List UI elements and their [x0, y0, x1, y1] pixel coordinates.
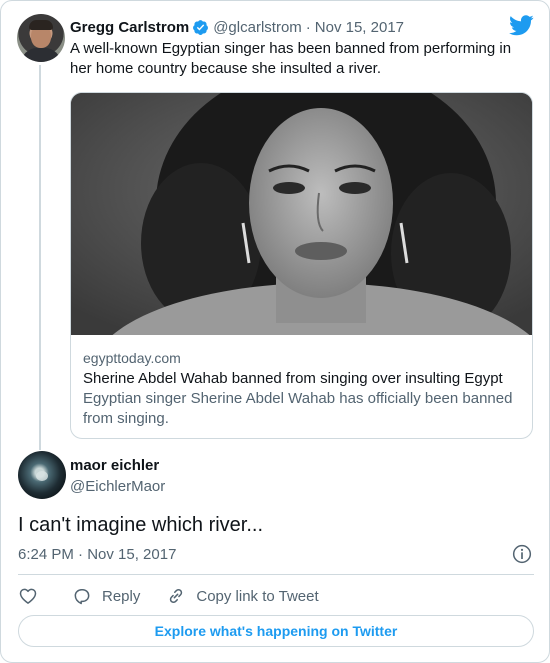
reply-tweet-text: I can't imagine which river...	[18, 514, 264, 536]
avatar[interactable]	[17, 14, 65, 62]
reply-author-name[interactable]: maor eichler	[70, 456, 159, 476]
info-icon[interactable]	[512, 544, 532, 564]
tweet-timestamp[interactable]: 6:24 PM · Nov 15, 2017	[18, 545, 176, 565]
heart-icon	[19, 588, 37, 604]
link-description: Egyptian singer Sherine Abdel Wahab has …	[83, 390, 513, 427]
tweet-header: Gregg Carlstrom @glcarlstrom · Nov 15, 2…	[70, 17, 404, 37]
tweet-date-link[interactable]: Nov 15, 2017	[315, 19, 404, 36]
tweet-actions: Reply Copy link to Tweet	[18, 585, 345, 607]
reply-bubble-icon	[74, 589, 90, 605]
tweet-text: A well-known Egyptian singer has been ba…	[70, 40, 512, 77]
explore-button[interactable]: Explore what's happening on Twitter	[18, 615, 534, 647]
copy-link-label: Copy link to Tweet	[196, 587, 319, 605]
verified-badge-icon	[193, 19, 209, 35]
thread-line	[39, 65, 41, 450]
divider	[18, 574, 534, 575]
separator-dot: ·	[305, 18, 311, 36]
link-domain: egypttoday.com	[83, 350, 181, 366]
article-photo	[71, 93, 532, 335]
author-handle[interactable]: @glcarlstrom	[213, 19, 302, 36]
author-name[interactable]: Gregg Carlstrom	[70, 19, 189, 36]
reply-label: Reply	[102, 587, 141, 605]
link-title: Sherine Abdel Wahab banned from singing …	[83, 370, 503, 387]
like-button[interactable]	[18, 586, 38, 606]
twitter-logo-icon[interactable]	[509, 15, 534, 36]
link-preview-card[interactable]: egypttoday.com Sherine Abdel Wahab banne…	[70, 92, 533, 439]
reply-button[interactable]: Reply	[72, 586, 140, 606]
avatar[interactable]	[18, 451, 66, 499]
copy-link-button[interactable]: Copy link to Tweet	[166, 586, 319, 606]
reply-author-handle[interactable]: @EichlerMaor	[70, 477, 165, 497]
link-icon	[170, 588, 183, 604]
link-meta: egypttoday.com Sherine Abdel Wahab banne…	[83, 349, 523, 429]
embedded-tweet-card: Gregg Carlstrom @glcarlstrom · Nov 15, 2…	[0, 0, 550, 663]
